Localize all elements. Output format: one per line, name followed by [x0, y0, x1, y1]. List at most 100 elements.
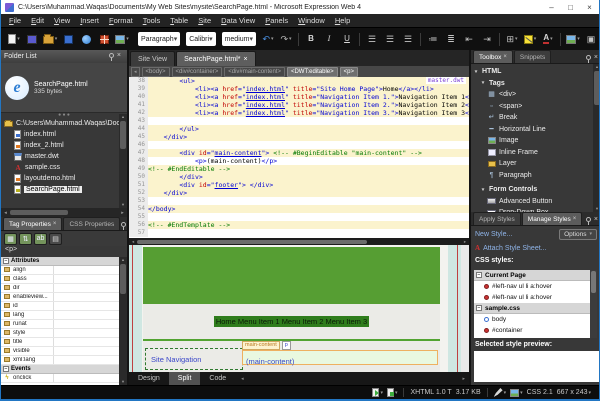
code-hscrollbar[interactable]: ◂▸: [129, 238, 469, 245]
style-rule-item[interactable]: #container: [474, 325, 593, 336]
italic-button[interactable]: I: [321, 31, 337, 47]
new-style-link[interactable]: New Style...: [475, 231, 512, 238]
pin-icon[interactable]: [109, 53, 114, 58]
attribute-value-cell[interactable]: [53, 347, 119, 355]
code-line[interactable]: 49<!-- #EndEditable -->: [129, 165, 469, 173]
attribute-value-cell[interactable]: [53, 266, 119, 274]
style-rule-item[interactable]: #left-nav ul li a:hover: [474, 292, 593, 303]
attribute-value-cell[interactable]: [53, 338, 119, 346]
css-schema-indicator[interactable]: CSS 2.1: [527, 389, 553, 396]
close-icon[interactable]: ×: [573, 216, 577, 222]
code-line[interactable]: 42 <li><a href="index.html" title="Navig…: [129, 109, 469, 117]
attribute-row[interactable]: dir: [1, 284, 119, 293]
code-line[interactable]: 50 </div>: [129, 173, 469, 181]
menu-file[interactable]: File: [4, 16, 26, 25]
toolbox-item[interactable]: Inline Frame: [471, 147, 593, 159]
toolbox-item[interactable]: ▫<span>: [471, 101, 593, 113]
tab-apply-styles[interactable]: Apply Styles: [473, 212, 521, 225]
collapse-icon[interactable]: −: [476, 305, 482, 311]
tab-snippets[interactable]: Snippets: [514, 50, 551, 63]
bold-button[interactable]: B: [303, 31, 319, 47]
attribute-row[interactable]: title: [1, 338, 119, 347]
collapse-icon[interactable]: −: [476, 272, 482, 278]
view-tab-code[interactable]: Code: [200, 372, 235, 385]
code-line[interactable]: 39 <li><a href="index.html" title="Site …: [129, 85, 469, 93]
menu-tools[interactable]: Tools: [138, 16, 166, 25]
design-header-block[interactable]: [143, 247, 440, 304]
options-button[interactable]: Options▾: [559, 229, 597, 240]
toolbox-item[interactable]: Image: [471, 135, 593, 147]
save-button[interactable]: [60, 31, 76, 47]
region-chip-main-content[interactable]: main-content: [242, 341, 280, 350]
menu-help[interactable]: Help: [330, 16, 355, 25]
font-name-dropdown[interactable]: Calibri▾: [186, 32, 215, 46]
highlight-button[interactable]: ▾: [522, 31, 538, 47]
insert-table-button[interactable]: ⊞▾: [504, 31, 520, 47]
style-group-header[interactable]: −sample.css: [474, 303, 593, 314]
close-icon[interactable]: ×: [594, 54, 598, 61]
breadcrumb-scroll-left-icon[interactable]: ◂: [131, 67, 140, 77]
region-chip-p[interactable]: p: [282, 341, 291, 350]
attribute-value-cell[interactable]: [53, 320, 119, 328]
attribute-row[interactable]: runat: [1, 320, 119, 329]
file-item[interactable]: layoutdemo.html: [1, 173, 127, 184]
attribute-row[interactable]: ϟonclick: [1, 374, 119, 383]
file-item[interactable]: Asample.css: [1, 162, 127, 173]
menu-edit[interactable]: Edit: [26, 16, 49, 25]
positioning-button[interactable]: ▣: [583, 31, 599, 47]
attribute-value-cell[interactable]: [53, 311, 119, 319]
menu-table[interactable]: Table: [165, 16, 193, 25]
breadcrumb-tag[interactable]: <div#container>: [172, 67, 223, 77]
view-scroll-left-icon[interactable]: ◂: [235, 376, 250, 382]
code-line[interactable]: 53: [129, 197, 469, 205]
toolbox-item[interactable]: ━Horizontal Line: [471, 124, 593, 136]
numbered-list-button[interactable]: ≔: [425, 31, 441, 47]
categorized-view-button[interactable]: ▦: [4, 233, 17, 245]
close-button[interactable]: ×: [580, 1, 599, 14]
close-icon[interactable]: ×: [503, 54, 507, 60]
editable-region-box[interactable]: (main-content): [242, 350, 438, 365]
toolbox-vscrollbar[interactable]: ▴▾: [593, 64, 600, 212]
menu-window[interactable]: Window: [293, 16, 330, 25]
attribute-value-cell[interactable]: [53, 302, 119, 310]
show-set-properties-button[interactable]: ab: [34, 233, 47, 245]
view-scroll-right-icon[interactable]: ▸: [458, 376, 469, 382]
attach-stylesheet-link[interactable]: Attach Style Sheet...: [483, 245, 546, 252]
toolbox-section-tags[interactable]: ▾Tags: [471, 78, 593, 90]
preview-in-browser-button[interactable]: [78, 31, 94, 47]
close-icon[interactable]: ×: [53, 221, 57, 227]
open-button[interactable]: ▾: [42, 31, 58, 47]
attribute-value-cell[interactable]: [53, 374, 119, 382]
align-right-button[interactable]: ☰: [400, 31, 416, 47]
attribute-value-cell[interactable]: [53, 293, 119, 301]
breadcrumb-tag[interactable]: <div#main-content>: [224, 67, 285, 77]
close-icon[interactable]: ×: [243, 56, 247, 63]
new-document-button[interactable]: ▾: [6, 31, 22, 47]
code-line[interactable]: 56<!-- #EndTemplate -->: [129, 221, 469, 229]
code-line[interactable]: 46: [129, 141, 469, 149]
insert-picture-button[interactable]: ▾: [114, 31, 130, 47]
file-item[interactable]: master.dwt: [1, 151, 127, 162]
design-vscrollbar[interactable]: [461, 245, 469, 372]
breadcrumb-tag[interactable]: <p>: [340, 67, 358, 77]
tab-toolbox[interactable]: Toolbox×: [473, 50, 513, 63]
code-line[interactable]: 57: [129, 229, 469, 237]
attribute-row[interactable]: align: [1, 266, 119, 275]
redo-button[interactable]: ↷▾: [278, 31, 294, 47]
summary-view-button[interactable]: ▤: [49, 233, 62, 245]
tag-properties-vscrollbar[interactable]: ▴▾: [119, 257, 127, 385]
style-rule-item[interactable]: body: [474, 314, 593, 325]
attribute-row[interactable]: lang: [1, 311, 119, 320]
style-rule-item[interactable]: #header: [474, 336, 593, 338]
pin-icon[interactable]: [586, 217, 591, 222]
code-line[interactable]: 47 <div id="main-content"> <!-- #BeginEd…: [129, 149, 469, 157]
styles-vscrollbar[interactable]: [590, 270, 597, 338]
code-line[interactable]: 45 </div>: [129, 133, 469, 141]
increase-indent-button[interactable]: ⇥: [479, 31, 495, 47]
maximize-button[interactable]: □: [561, 1, 580, 14]
breadcrumb-tag[interactable]: <body>: [142, 67, 170, 77]
toolbox-item[interactable]: Advanced Button: [471, 196, 593, 208]
code-line[interactable]: 38 <ul>: [129, 77, 469, 85]
tab-manage-styles[interactable]: Manage Styles×: [522, 212, 583, 225]
attribute-row[interactable]: enableview...: [1, 293, 119, 302]
